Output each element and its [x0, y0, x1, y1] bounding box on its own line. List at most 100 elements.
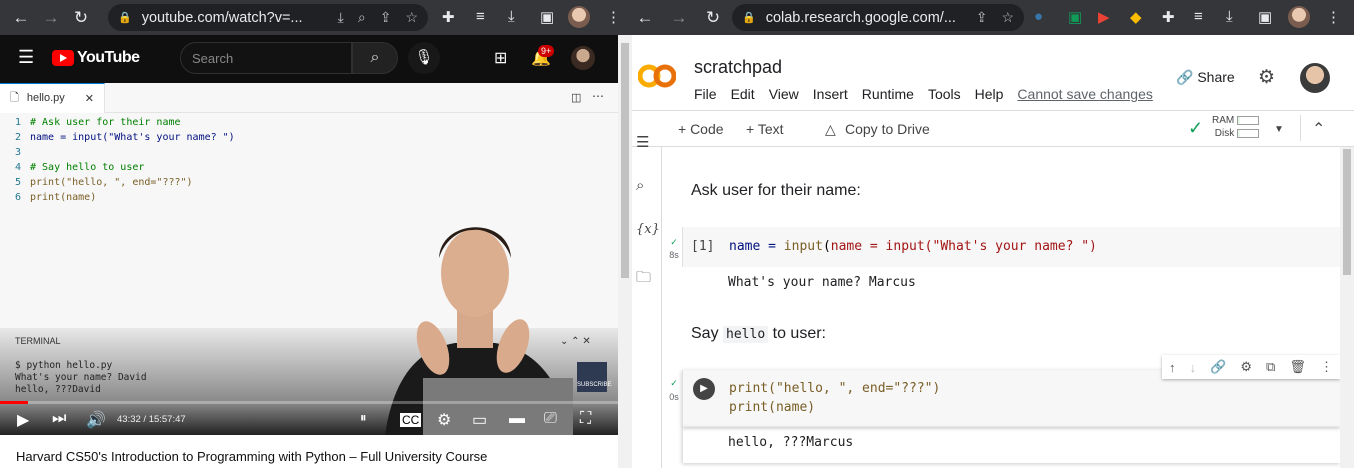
search-icon[interactable]: ⌕	[352, 42, 398, 74]
share-icon[interactable]: ⇪	[976, 9, 988, 26]
volume-icon[interactable]: 🔊	[86, 410, 106, 430]
editor-tab-label: hello.py	[26, 92, 65, 104]
runtime-dropdown-icon[interactable]: ▼	[1274, 124, 1284, 135]
forward-icon[interactable]: →	[666, 8, 692, 28]
copy-to-drive-button[interactable]: Copy to Drive	[845, 121, 930, 137]
share-button[interactable]: 🔗 Share	[1176, 69, 1235, 86]
toc-icon[interactable]: ☰	[636, 133, 649, 151]
markdown-cell[interactable]: Say hello to user:	[691, 325, 826, 343]
left-scrollbar[interactable]	[618, 35, 632, 468]
autoplay-toggle-icon[interactable]: ⏸	[360, 410, 367, 426]
mirror-cell-icon[interactable]: ⧉	[1266, 359, 1275, 375]
right-scroll-thumb[interactable]	[1343, 149, 1351, 275]
menu-runtime[interactable]: Runtime	[862, 86, 914, 102]
share-icon[interactable]: ⇪	[380, 9, 392, 26]
back-icon[interactable]: ←	[632, 8, 658, 28]
captions-icon[interactable]: CC	[400, 413, 422, 427]
add-text-button[interactable]: + Text	[746, 121, 784, 137]
markdown-cell[interactable]: Ask user for their name:	[691, 182, 861, 200]
right-address-bar[interactable]: 🔒 colab.research.google.com/... ⇪ ☆	[732, 4, 1024, 31]
notebook-title[interactable]: scratchpad	[694, 57, 782, 78]
play-icon[interactable]: ▶	[17, 410, 29, 430]
youtube-logo[interactable]: YouTube	[52, 49, 140, 67]
profile-avatar[interactable]	[568, 6, 590, 28]
microphone-icon[interactable]: 🎙	[408, 42, 440, 74]
colab-avatar[interactable]	[1300, 63, 1330, 93]
create-video-icon[interactable]: ⊞	[494, 48, 507, 68]
menu-edit[interactable]: Edit	[731, 86, 755, 102]
lock-icon: 🔒	[118, 12, 132, 24]
sidepanel-icon[interactable]: ▣	[1258, 8, 1272, 26]
left-sidebar: ☰ ⌕ {x} 🗀	[632, 134, 662, 468]
youtube-play-logo-icon	[52, 50, 74, 66]
menu-help[interactable]: Help	[975, 86, 1004, 102]
miniplayer-icon[interactable]: ▭	[472, 410, 487, 430]
delete-icon[interactable]: 🗑	[1289, 359, 1306, 375]
back-icon[interactable]: ←	[8, 8, 34, 28]
download-icon[interactable]: ⤓	[1226, 8, 1233, 25]
drive-icon: △	[825, 121, 836, 137]
settings-gear-icon[interactable]: ⚙	[1258, 66, 1275, 89]
menu-insert[interactable]: Insert	[813, 86, 848, 102]
color-extension-icon[interactable]: ◆	[1130, 8, 1142, 26]
settings-gear-icon[interactable]: ⚙	[1240, 359, 1252, 375]
record-extension-icon[interactable]: ▶	[1098, 8, 1110, 26]
add-code-button[interactable]: + Code	[678, 121, 724, 137]
fullscreen-icon[interactable]: ⛶	[580, 410, 591, 428]
resource-indicator[interactable]: RAM Disk	[1212, 114, 1260, 140]
youtube-header: ☰ YouTube Search ⌕ 🎙 ⊞ 🔔 9+	[0, 35, 632, 83]
forward-icon[interactable]: →	[38, 8, 64, 28]
left-scroll-thumb[interactable]	[621, 43, 629, 278]
save-status-link[interactable]: Cannot save changes	[1017, 86, 1152, 102]
hamburger-menu-icon[interactable]: ☰	[18, 47, 34, 68]
files-folder-icon[interactable]: 🗀	[636, 267, 651, 292]
install-icon[interactable]: ⤓	[338, 9, 344, 26]
link-icon[interactable]: 🔗	[1210, 359, 1226, 375]
sheets-extension-icon[interactable]: ▣	[1068, 8, 1082, 26]
move-up-icon[interactable]: ↑	[1169, 360, 1176, 375]
more-icon[interactable]: ⋮	[1320, 359, 1333, 375]
menu-tools[interactable]: Tools	[928, 86, 961, 102]
settings-gear-icon[interactable]: ⚙	[437, 410, 451, 430]
disk-bar	[1237, 128, 1260, 138]
cast-icon[interactable]: ⎚	[544, 410, 557, 428]
video-player[interactable]: 🗋 hello.py ✕ ◫ ⋯ 1 # Ask user for their n…	[0, 83, 618, 435]
extensions-icon[interactable]: ✚	[1162, 8, 1175, 26]
zoom-icon[interactable]: ⌕	[358, 9, 366, 26]
run-cell-icon[interactable]: ▶	[693, 378, 715, 400]
code-cell[interactable]: [1] name = input(name = input("What's yo…	[682, 227, 1340, 267]
right-url: colab.research.google.com/...	[765, 9, 956, 26]
chrome-menu-icon[interactable]: ⋮	[1326, 8, 1341, 26]
subscribe-watermark[interactable]: SUBSCRIBE	[577, 362, 612, 392]
video-progress-bar[interactable]	[0, 401, 618, 404]
md-inline-code: hello	[723, 326, 769, 343]
youtube-avatar[interactable]	[571, 46, 595, 70]
variables-icon[interactable]: {x}	[636, 222, 660, 237]
reload-icon[interactable]: ↻	[700, 8, 726, 28]
sidepanel-icon[interactable]: ▣	[540, 8, 554, 26]
youtube-window: ← → ↻ 🔒 youtube.com/watch?v=... ⤓ ⌕ ⇪ ☆ …	[0, 0, 632, 468]
menu-file[interactable]: File	[694, 86, 717, 102]
bookmark-star-icon[interactable]: ☆	[405, 9, 418, 26]
collapse-icon[interactable]: ⌃	[1312, 119, 1325, 139]
download-icon[interactable]: ⤓	[508, 8, 515, 25]
next-icon[interactable]: ⏭	[52, 410, 66, 428]
reload-icon[interactable]: ↻	[68, 8, 94, 28]
menu-view[interactable]: View	[769, 86, 799, 102]
video-title[interactable]: Harvard CS50's Introduction to Programmi…	[16, 449, 487, 464]
extensions-icon[interactable]: ✚	[442, 8, 455, 26]
link-icon: 🔗	[1176, 69, 1194, 85]
search-icon[interactable]: ⌕	[636, 177, 644, 194]
colab-logo[interactable]: CO	[638, 62, 676, 90]
media-queue-icon[interactable]: ≡	[1194, 8, 1203, 25]
right-scrollbar[interactable]	[1340, 147, 1354, 468]
python-extension-icon[interactable]: ●	[1034, 8, 1043, 25]
theater-mode-icon[interactable]: ▬	[509, 410, 525, 428]
profile-avatar[interactable]	[1288, 6, 1310, 28]
bookmark-star-icon[interactable]: ☆	[1001, 9, 1014, 26]
chrome-menu-icon[interactable]: ⋮	[606, 8, 621, 26]
left-address-bar[interactable]: 🔒 youtube.com/watch?v=... ⤓ ⌕ ⇪ ☆	[108, 4, 428, 31]
youtube-search-input[interactable]: Search	[180, 42, 352, 74]
media-queue-icon[interactable]: ≡	[476, 8, 485, 25]
move-down-icon[interactable]: ↓	[1190, 360, 1197, 375]
